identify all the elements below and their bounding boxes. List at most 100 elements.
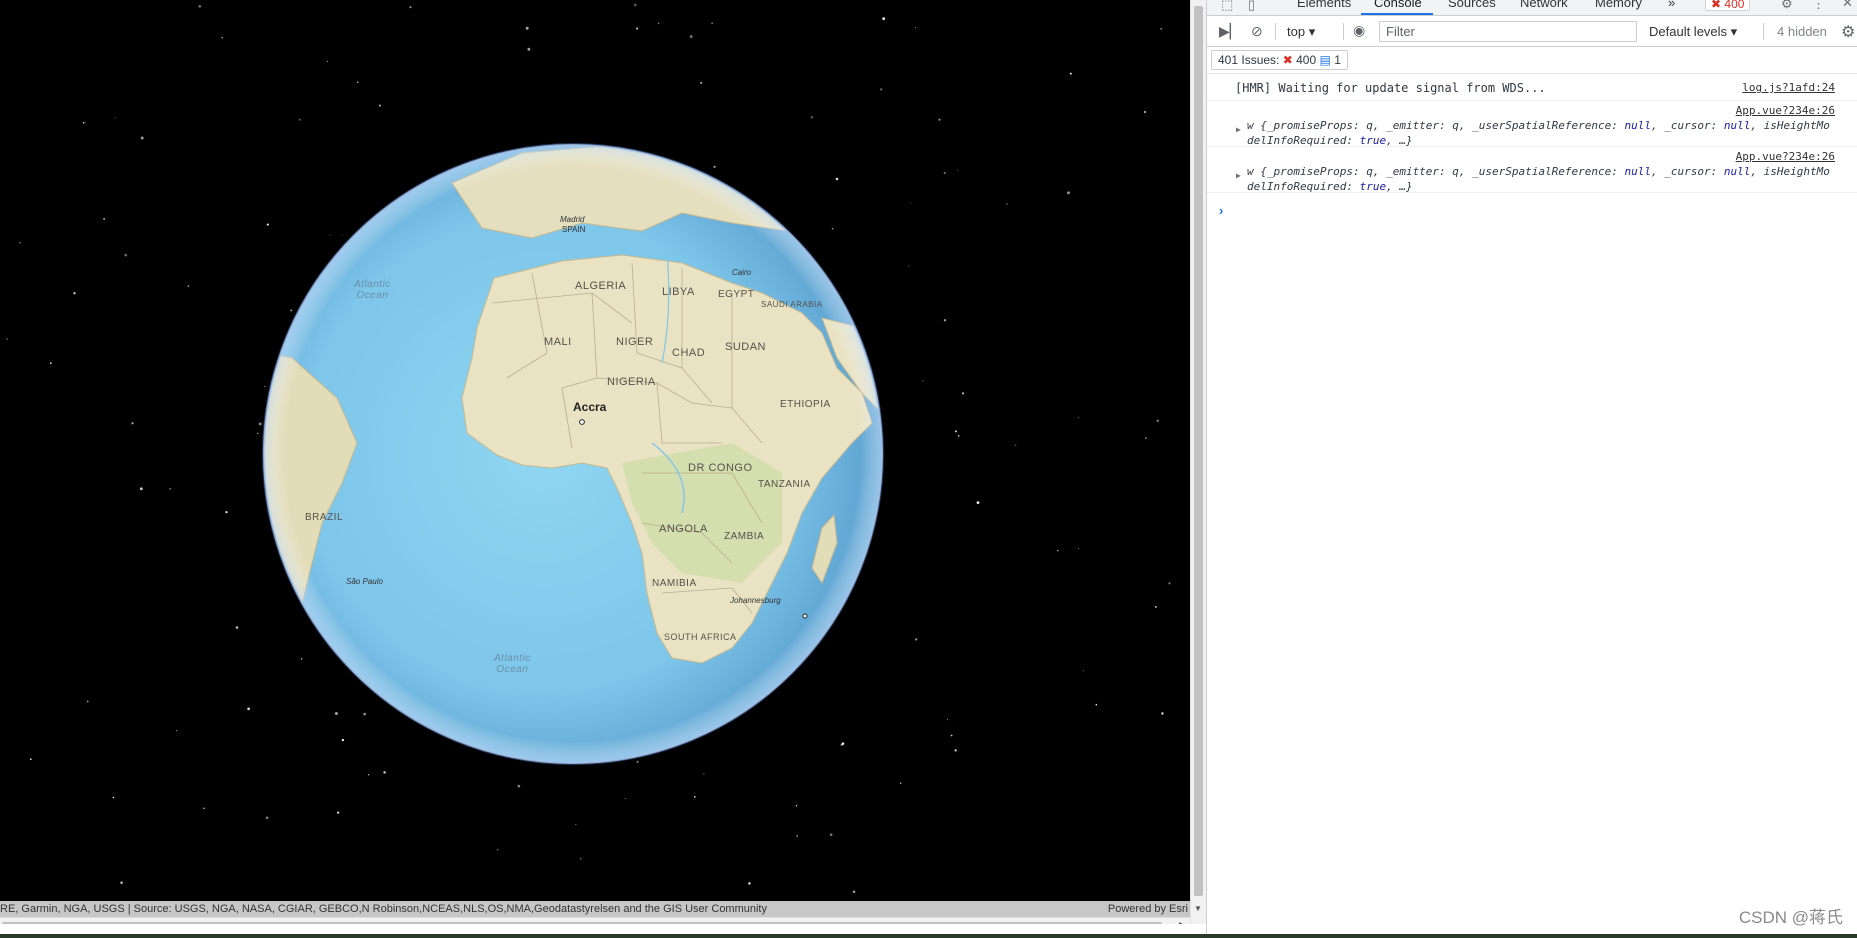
close-icon[interactable]: ✕ bbox=[1842, 0, 1853, 11]
live-expression-eye-icon[interactable]: ◉ bbox=[1353, 22, 1365, 38]
star bbox=[899, 782, 902, 784]
star bbox=[257, 432, 259, 435]
console-message[interactable]: App.vue?234e:26 ▶ w {_promiseProps: q, _… bbox=[1207, 147, 1857, 193]
label-south-africa: SOUTH AFRICA bbox=[664, 632, 737, 642]
issue-info-count: 1 bbox=[1334, 53, 1341, 67]
console-message[interactable]: App.vue?234e:26 ▶ w {_promiseProps: q, _… bbox=[1207, 101, 1857, 147]
star bbox=[1057, 549, 1059, 552]
error-count-badge[interactable]: ✖ 400 bbox=[1705, 0, 1751, 11]
context-select[interactable]: top ▾ bbox=[1287, 24, 1315, 40]
star bbox=[131, 422, 134, 425]
star bbox=[689, 35, 693, 39]
star bbox=[356, 81, 359, 83]
console-messages: [HMR] Waiting for update signal from WDS… bbox=[1207, 74, 1857, 223]
filter-input[interactable] bbox=[1379, 21, 1637, 42]
powered-by-esri[interactable]: Powered by Esri bbox=[1108, 901, 1188, 917]
star bbox=[114, 117, 116, 119]
star bbox=[409, 6, 412, 9]
tab-elements[interactable]: Elements bbox=[1297, 0, 1351, 10]
label-atlantic-north: Atlantic Ocean bbox=[354, 279, 391, 301]
more-tabs-button[interactable]: » bbox=[1668, 0, 1675, 10]
star bbox=[517, 784, 521, 788]
star bbox=[298, 118, 301, 121]
console-prompt[interactable]: › bbox=[1219, 203, 1223, 218]
star bbox=[633, 3, 637, 7]
inspect-element-icon[interactable]: ⬚ bbox=[1221, 0, 1233, 13]
label-atlantic-south: Atlantic Ocean bbox=[494, 653, 531, 675]
object-preview[interactable]: w {_promiseProps: q, _emitter: q, _userS… bbox=[1247, 118, 1835, 148]
star bbox=[915, 26, 917, 29]
globe-surface bbox=[262, 143, 884, 765]
issue-error-count: 400 bbox=[1296, 53, 1317, 67]
label-cairo: Cairo bbox=[732, 268, 752, 277]
settings-icon[interactable]: ⚙ bbox=[1781, 0, 1793, 12]
star bbox=[187, 285, 190, 287]
issue-info-icon: ▤ bbox=[1319, 53, 1331, 67]
watermark: CSDN @蒋氏 bbox=[1738, 908, 1843, 927]
star bbox=[49, 362, 52, 364]
star bbox=[957, 434, 960, 437]
star bbox=[922, 380, 924, 382]
star bbox=[1160, 28, 1162, 30]
log-levels-select[interactable]: Default levels ▾ bbox=[1649, 24, 1737, 40]
star bbox=[120, 881, 123, 884]
sidebar-toggle-icon[interactable]: ▶▏ bbox=[1219, 23, 1241, 39]
star bbox=[1069, 72, 1072, 75]
more-options-icon[interactable]: ⋮ bbox=[1812, 0, 1825, 12]
source-link[interactable]: App.vue?234e:26 bbox=[1736, 104, 1835, 117]
label-saudi-arabia: SAUDI ARABIA bbox=[761, 300, 823, 309]
clear-console-icon[interactable]: ⊘ bbox=[1251, 23, 1263, 39]
bottom-strip bbox=[0, 934, 1857, 938]
map-view[interactable]: ALGERIA LIBYA EGYPT SAUDI ARABIA MALI NI… bbox=[0, 0, 1190, 924]
vertical-scroll-thumb[interactable] bbox=[1194, 6, 1203, 896]
console-prompt-row[interactable]: › bbox=[1207, 193, 1857, 223]
star bbox=[580, 858, 582, 860]
toolbar-separator bbox=[1275, 23, 1276, 40]
vertical-scrollbar[interactable]: ▼ bbox=[1190, 0, 1206, 924]
scroll-down-icon[interactable]: ▼ bbox=[1194, 904, 1202, 913]
label-egypt: EGYPT bbox=[718, 289, 755, 300]
star bbox=[575, 824, 577, 825]
star bbox=[367, 774, 370, 776]
star bbox=[198, 5, 202, 8]
star bbox=[1156, 419, 1160, 423]
tab-console[interactable]: Console bbox=[1374, 0, 1422, 10]
console-settings-gear-icon[interactable]: ⚙ bbox=[1841, 22, 1855, 42]
star bbox=[82, 121, 85, 124]
star bbox=[703, 773, 705, 775]
star bbox=[1144, 437, 1147, 439]
app-window: ALGERIA LIBYA EGYPT SAUDI ARABIA MALI NI… bbox=[0, 0, 1857, 938]
star bbox=[1006, 203, 1008, 205]
horizontal-scrollbar[interactable]: ▶ bbox=[0, 917, 1190, 924]
label-zambia: ZAMBIA bbox=[724, 531, 765, 542]
label-madrid: Madrid bbox=[560, 215, 585, 224]
star bbox=[693, 796, 696, 798]
expand-triangle-icon[interactable]: ▶ bbox=[1236, 125, 1241, 134]
label-johannesburg: Johannesburg bbox=[730, 596, 781, 605]
star bbox=[265, 816, 269, 820]
device-toolbar-icon[interactable]: ▯ bbox=[1248, 0, 1255, 13]
globe[interactable]: ALGERIA LIBYA EGYPT SAUDI ARABIA MALI NI… bbox=[262, 143, 884, 765]
tab-memory[interactable]: Memory bbox=[1595, 0, 1642, 10]
issues-label: 401 Issues: bbox=[1218, 53, 1280, 67]
tab-sources[interactable]: Sources bbox=[1448, 0, 1496, 10]
scroll-right-icon[interactable]: ▶ bbox=[1179, 920, 1186, 924]
star bbox=[795, 804, 798, 807]
star bbox=[139, 487, 143, 491]
star bbox=[1078, 548, 1079, 550]
tab-network[interactable]: Network bbox=[1520, 0, 1568, 10]
label-dr-congo: DR CONGO bbox=[688, 462, 753, 474]
source-link[interactable]: log.js?1afd:24 bbox=[1742, 81, 1835, 94]
star bbox=[908, 265, 910, 267]
issues-button[interactable]: 401 Issues: ✖ 400 ▤ 1 bbox=[1211, 50, 1348, 70]
expand-triangle-icon[interactable]: ▶ bbox=[1236, 171, 1241, 180]
object-preview[interactable]: w {_promiseProps: q, _emitter: q, _userS… bbox=[1247, 164, 1835, 194]
toolbar-separator bbox=[1343, 23, 1344, 40]
star bbox=[112, 796, 115, 799]
star bbox=[711, 22, 713, 24]
star bbox=[326, 60, 328, 62]
label-libya: LIBYA bbox=[662, 286, 695, 298]
horizontal-scroll-thumb[interactable] bbox=[2, 922, 1162, 924]
star bbox=[950, 734, 953, 737]
source-link[interactable]: App.vue?234e:26 bbox=[1736, 150, 1835, 163]
